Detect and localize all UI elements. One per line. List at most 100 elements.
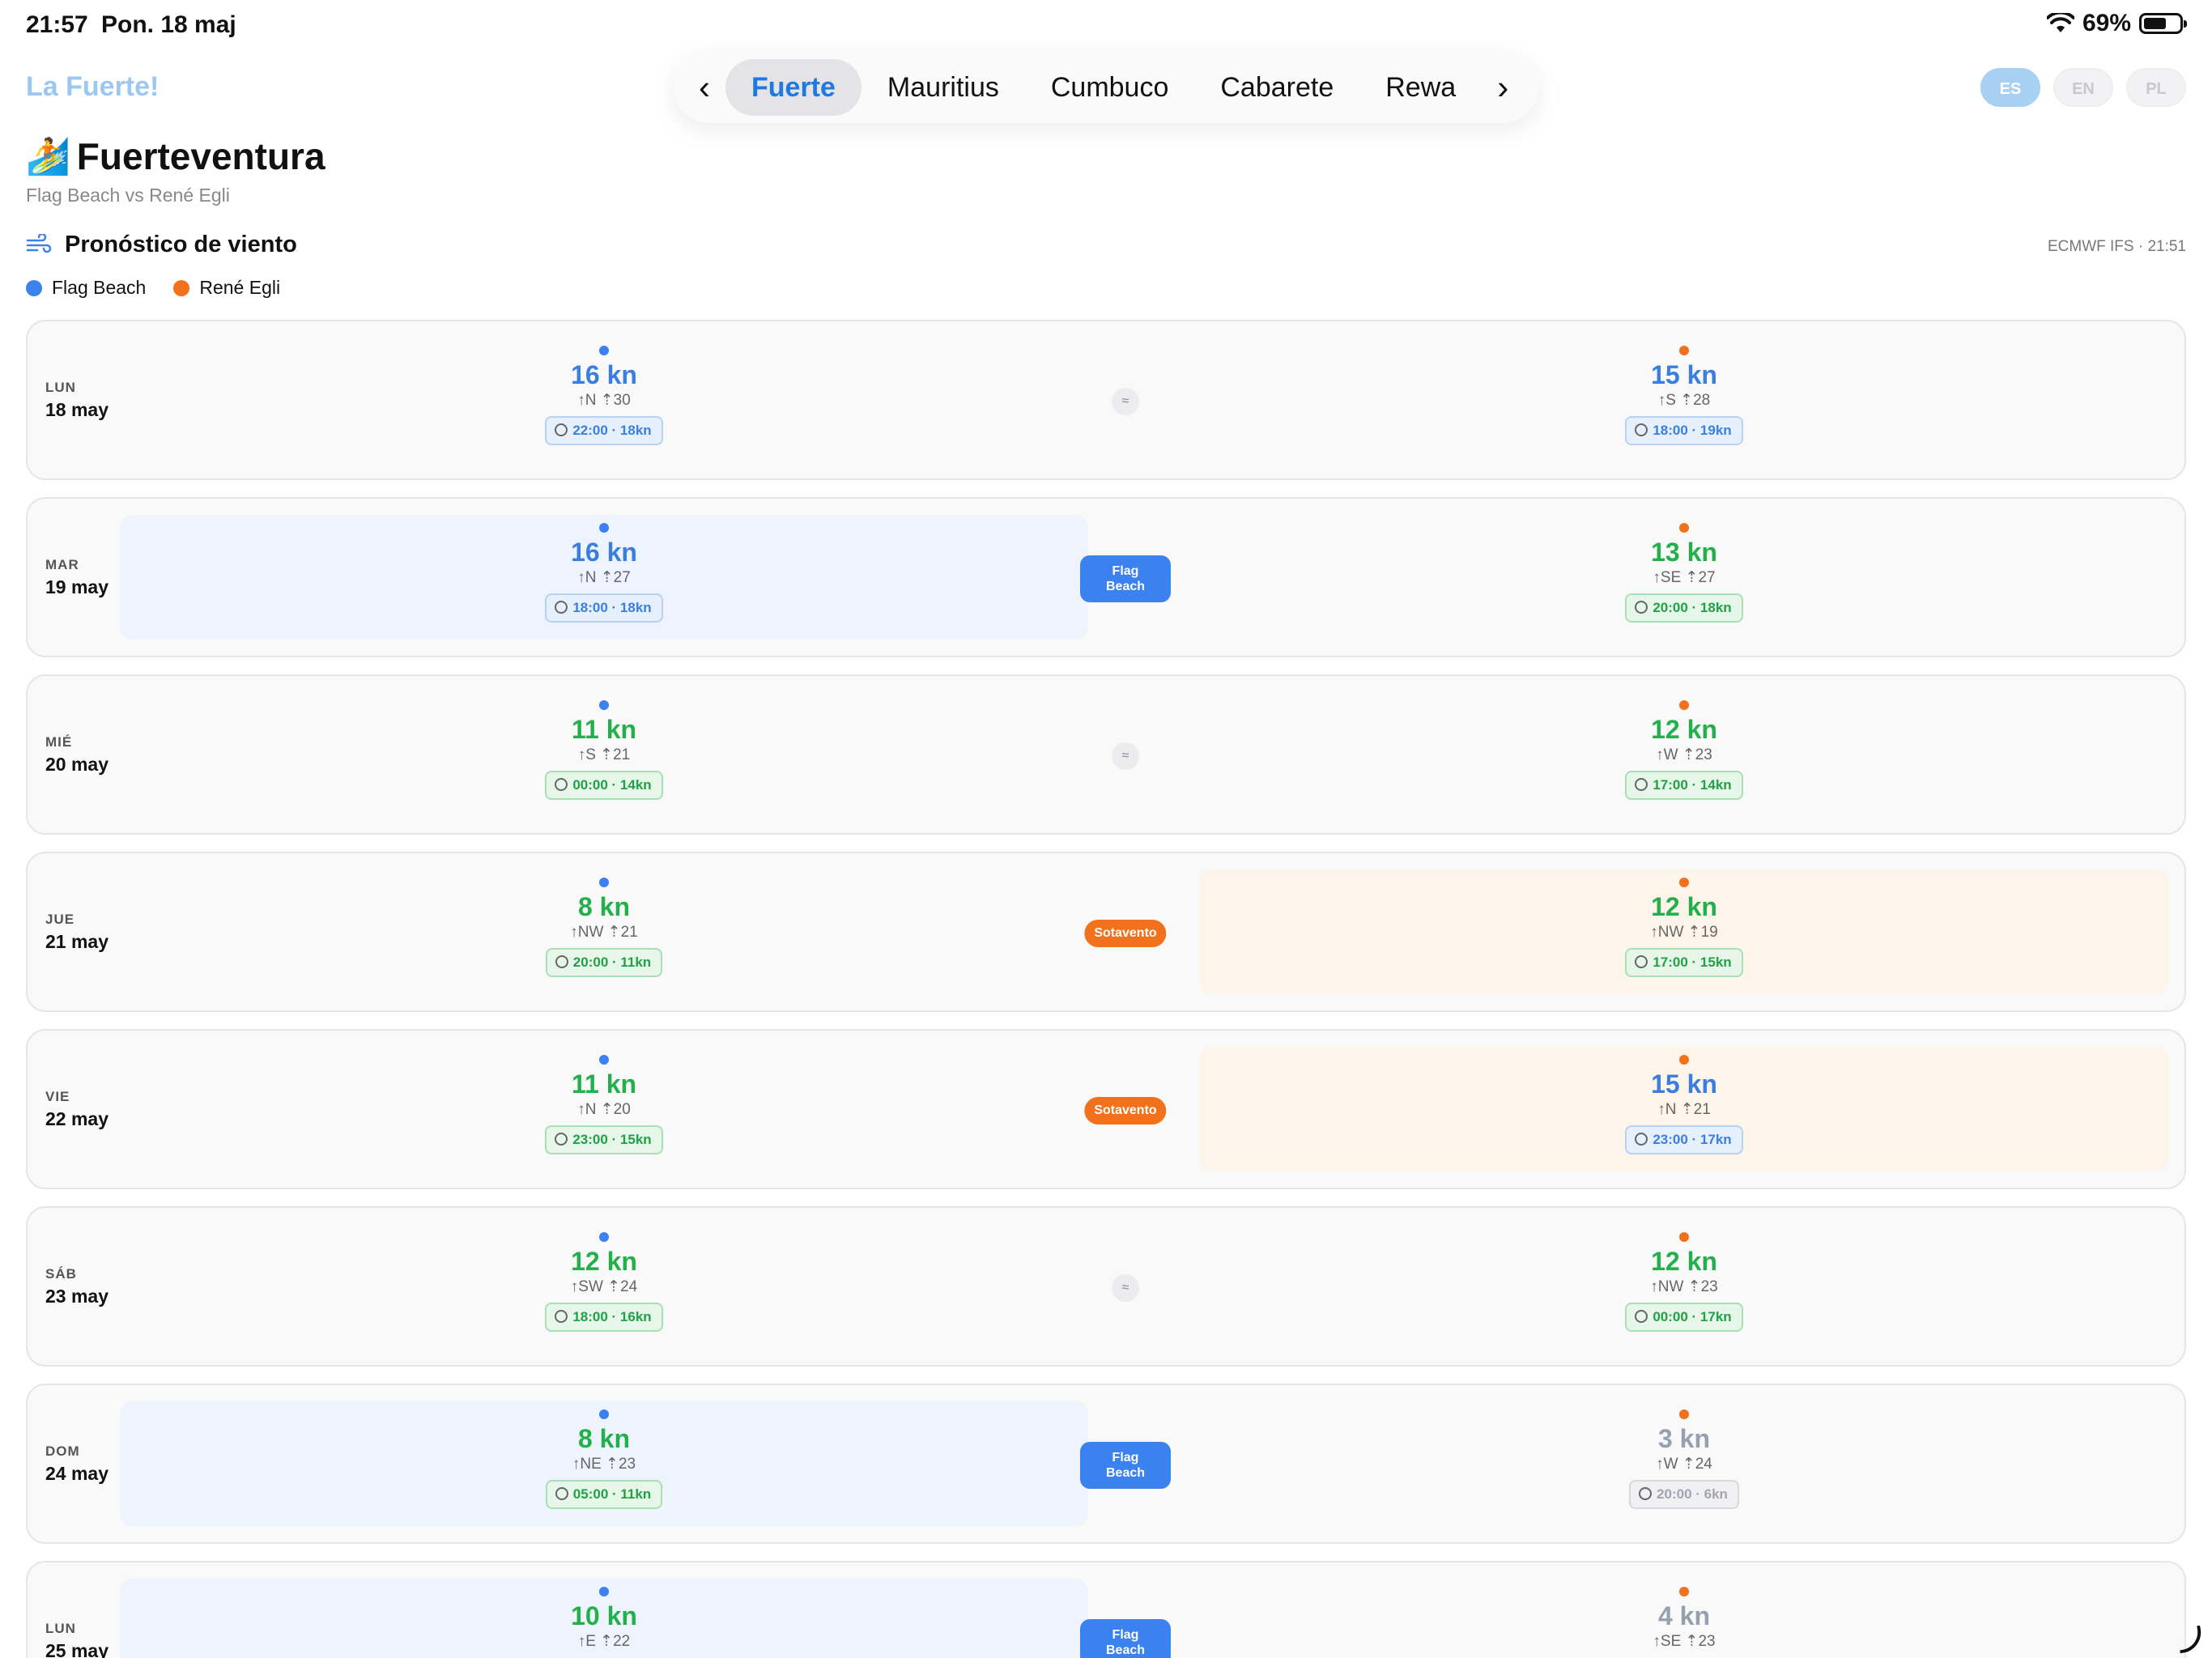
tab-cabarete[interactable]: Cabarete — [1194, 59, 1359, 116]
wind-speed: 16 kn — [571, 360, 637, 389]
lang-es-button[interactable]: ES — [1980, 68, 2040, 107]
flag-beach-wind-cell: 8 kn ↑NW ⇡21 20:00 · 11kn — [483, 869, 725, 994]
day-row[interactable]: LUN 25 may 10 kn ↑E ⇡22 Flag Beach 4 kn ↑… — [26, 1561, 2186, 1658]
model-timestamp: ECMWF IFS · 21:51 — [2047, 238, 2186, 255]
brand-title[interactable]: La Fuerte! — [26, 71, 159, 103]
day-label: MAR 19 may — [45, 557, 108, 598]
wind-speed: 13 kn — [1651, 538, 1717, 567]
flag-beach-panel: 8 kn ↑NW ⇡21 20:00 · 11kn — [120, 869, 1088, 994]
comparison-badge: ≈ — [1112, 388, 1139, 415]
peak-time-chip: 22:00 · 18kn — [545, 416, 663, 445]
language-switcher: ES EN PL — [1980, 68, 2186, 107]
forecast-header: Pronóstico de viento — [26, 232, 297, 258]
spot-dot — [1679, 878, 1689, 887]
page-subtitle: Flag Beach vs René Egli — [26, 185, 230, 206]
rene-egli-panel: 12 kn ↑NW ⇡23 00:00 · 17kn — [1200, 1224, 2168, 1349]
day-row[interactable]: JUE 21 may 8 kn ↑NW ⇡21 20:00 · 11kn Sot… — [26, 852, 2186, 1012]
stopwatch-icon — [555, 1133, 568, 1146]
comparison-badge: Flag Beach — [1080, 1442, 1171, 1489]
lang-pl-button[interactable]: PL — [2126, 68, 2186, 107]
peak-time-text: 00:00 · 14kn — [572, 777, 652, 793]
wind-speed: 11 kn — [571, 715, 637, 744]
day-name: LUN — [45, 1621, 76, 1636]
day-label: MIÉ 20 may — [45, 734, 108, 776]
peak-time-text: 18:00 · 19kn — [1653, 423, 1732, 438]
stopwatch-icon — [555, 1310, 568, 1323]
chevron-right-icon[interactable]: › — [1482, 70, 1524, 104]
wind-speed: 3 kn — [1657, 1424, 1711, 1453]
peak-time-chip: 05:00 · 11kn — [545, 1480, 663, 1509]
flag-beach-wind-cell: 11 kn ↑S ⇡21 00:00 · 14kn — [483, 692, 725, 817]
rene-egli-panel: 15 kn ↑N ⇡21 23:00 · 17kn — [1200, 1047, 2168, 1171]
wifi-icon — [2046, 13, 2074, 32]
wind-speed: 15 kn — [1651, 360, 1717, 389]
day-row[interactable]: SÁB 23 may 12 kn ↑SW ⇡24 18:00 · 16kn ≈ … — [26, 1206, 2186, 1367]
peak-time-chip: 17:00 · 14kn — [1625, 771, 1743, 800]
wind-speed: 8 kn — [577, 1424, 631, 1453]
day-label: SÁB 23 may — [45, 1266, 108, 1307]
stopwatch-icon — [555, 955, 568, 968]
gust-wrap: 22:00 · 18kn — [483, 410, 725, 445]
wind-direction: ↑SW ⇡24 — [570, 1278, 638, 1295]
day-row[interactable]: MIÉ 20 may 11 kn ↑S ⇡21 00:00 · 14kn ≈ 1… — [26, 674, 2186, 835]
status-time: 21:57 — [26, 11, 88, 38]
rene-egli-wind-cell: 3 kn ↑W ⇡24 20:00 · 6kn — [1563, 1401, 1806, 1526]
wind-direction: ↑NE ⇡23 — [572, 1456, 636, 1473]
wind-speed: 12 kn — [1651, 892, 1717, 921]
stopwatch-icon — [555, 1487, 568, 1500]
wind-direction: ↑NW ⇡21 — [570, 924, 638, 941]
gust-wrap: 18:00 · 18kn — [483, 587, 725, 623]
rene-egli-panel: 12 kn ↑W ⇡23 17:00 · 14kn — [1200, 692, 2168, 817]
gust-wrap: 17:00 · 15kn — [1563, 942, 1806, 977]
legend-dot — [26, 279, 42, 296]
spot-dot — [1679, 1232, 1689, 1242]
day-row[interactable]: VIE 22 may 11 kn ↑N ⇡20 23:00 · 15kn Sot… — [26, 1029, 2186, 1189]
peak-time-text: 20:00 · 11kn — [572, 954, 652, 970]
day-name: JUE — [45, 912, 75, 927]
flag-beach-wind-cell: 16 kn ↑N ⇡30 22:00 · 18kn — [483, 338, 725, 462]
wind-direction: ↑E ⇡22 — [577, 1633, 631, 1650]
spot-dot — [599, 1232, 609, 1242]
day-name: VIE — [45, 1089, 70, 1104]
day-row[interactable]: LUN 18 may 16 kn ↑N ⇡30 22:00 · 18kn ≈ 1… — [26, 320, 2186, 480]
stopwatch-icon — [1635, 1133, 1648, 1146]
peak-time-text: 05:00 · 11kn — [572, 1486, 652, 1502]
stopwatch-icon — [555, 601, 568, 614]
tab-mauritius[interactable]: Mauritius — [861, 59, 1025, 116]
stopwatch-icon — [1635, 1310, 1648, 1323]
rene-egli-wind-cell: 15 kn ↑S ⇡28 18:00 · 19kn — [1563, 338, 1806, 462]
gust-wrap: 17:00 · 14kn — [1563, 764, 1806, 800]
lang-en-button[interactable]: EN — [2053, 68, 2113, 107]
legend-item-rene-egli: René Egli — [173, 277, 280, 299]
peak-time-text: 23:00 · 17kn — [1653, 1132, 1732, 1147]
comparison-badge: ≈ — [1112, 1274, 1139, 1302]
peak-time-chip: 20:00 · 18kn — [1625, 593, 1743, 623]
day-label: DOM 24 may — [45, 1443, 108, 1485]
rene-egli-wind-cell: 15 kn ↑N ⇡21 23:00 · 17kn — [1563, 1047, 1806, 1171]
pencil-hover-indicator — [2176, 1625, 2205, 1654]
rene-egli-panel: 4 kn ↑SE ⇡23 — [1200, 1579, 2168, 1658]
wind-direction: ↑N ⇡30 — [577, 392, 631, 409]
tab-rewa[interactable]: Rewa — [1359, 59, 1482, 116]
winner-badge: Flag Beach — [1080, 555, 1171, 602]
day-row[interactable]: MAR 19 may 16 kn ↑N ⇡27 18:00 · 18kn Fla… — [26, 497, 2186, 657]
peak-time-text: 20:00 · 18kn — [1653, 600, 1732, 615]
wind-speed: 12 kn — [1651, 1247, 1717, 1276]
day-date: 22 may — [45, 1108, 109, 1129]
spot-dot — [1679, 1587, 1689, 1596]
day-date: 23 may — [45, 1286, 109, 1307]
flag-beach-panel: 16 kn ↑N ⇡27 18:00 · 18kn — [120, 515, 1088, 640]
wind-speed: 10 kn — [571, 1601, 637, 1630]
chevron-left-icon[interactable]: ‹ — [683, 70, 725, 104]
tab-fuerte[interactable]: Fuerte — [725, 59, 861, 116]
day-label: VIE 22 may — [45, 1089, 108, 1130]
day-name: MIÉ — [45, 734, 73, 750]
day-row[interactable]: DOM 24 may 8 kn ↑NE ⇡23 05:00 · 11kn Fla… — [26, 1384, 2186, 1544]
tab-cumbuco[interactable]: Cumbuco — [1025, 59, 1195, 116]
wind-direction: ↑N ⇡21 — [1657, 1101, 1711, 1118]
flag-beach-wind-cell: 10 kn ↑E ⇡22 — [483, 1579, 725, 1658]
peak-time-text: 17:00 · 15kn — [1653, 954, 1732, 970]
peak-time-chip: 18:00 · 16kn — [545, 1303, 663, 1332]
winner-badge: Sotavento — [1084, 1097, 1167, 1124]
section-title: Pronóstico de viento — [65, 232, 297, 257]
